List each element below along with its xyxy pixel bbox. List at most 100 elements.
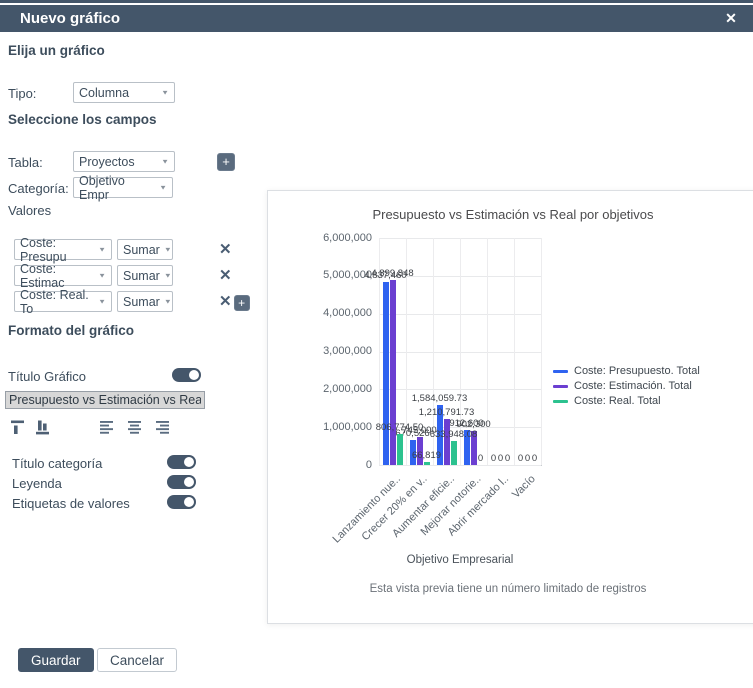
toggle-switch[interactable] bbox=[167, 475, 196, 489]
value-rows: Coste: Presupu▼Sumar▼✕Coste: Estimac▼Sum… bbox=[14, 239, 250, 317]
chart-format-heading: Formato del gráfico bbox=[8, 323, 134, 338]
y-tick-label: 0 bbox=[268, 459, 372, 471]
value-field-select[interactable]: Coste: Presupu▼ bbox=[14, 239, 112, 260]
gridline bbox=[541, 238, 542, 465]
gridline bbox=[487, 238, 488, 465]
chevron-down-icon: ▼ bbox=[164, 272, 172, 279]
format-toggles: Título categoríaLeyendaEtiquetas de valo… bbox=[12, 455, 196, 515]
bar-value-label: 633,948.08 bbox=[430, 429, 478, 440]
y-tick-label: 3,000,000 bbox=[268, 345, 372, 357]
y-tick-label: 5,000,000 bbox=[268, 269, 372, 281]
chart-title: Presupuesto vs Estimación vs Real por ob… bbox=[268, 207, 753, 222]
bar bbox=[444, 419, 450, 465]
chevron-down-icon: ▼ bbox=[98, 298, 106, 305]
bar-value-label: 806,774.50 bbox=[376, 422, 424, 433]
x-axis-title: Objetivo Empresarial bbox=[379, 554, 541, 566]
legend-color-dash bbox=[553, 385, 568, 388]
gridline bbox=[379, 465, 541, 466]
category-select-value: Objetivo Empr bbox=[79, 174, 155, 202]
bar-value-label: 0 bbox=[532, 453, 537, 464]
category-label: Categoría: bbox=[8, 181, 69, 196]
align-right-icon[interactable] bbox=[155, 420, 172, 439]
preview-footer-note: Esta vista previa tiene un número limita… bbox=[268, 583, 748, 595]
value-agg-select[interactable]: Sumar ▼ bbox=[117, 239, 173, 260]
value-row: Coste: Estimac▼ Sumar ▼ ✕ bbox=[14, 265, 250, 286]
chevron-down-icon: ▼ bbox=[98, 246, 106, 253]
remove-value-icon[interactable]: ✕ bbox=[219, 292, 232, 311]
bar-value-label: 0 bbox=[478, 453, 483, 464]
page-behind-strip bbox=[0, 0, 753, 3]
legend-item: Coste: Real. Total bbox=[553, 395, 700, 407]
close-icon[interactable]: ✕ bbox=[720, 5, 742, 32]
add-table-button[interactable]: + bbox=[217, 153, 235, 171]
cancel-button[interactable]: Cancelar bbox=[97, 648, 177, 672]
bar-value-label: 0 bbox=[505, 453, 510, 464]
value-field-select-value: Coste: Real. To bbox=[20, 288, 94, 316]
table-label: Tabla: bbox=[8, 155, 43, 170]
bar bbox=[451, 441, 457, 465]
table-select[interactable]: Proyectos ▼ bbox=[73, 151, 175, 172]
type-select[interactable]: Columna ▼ bbox=[73, 82, 175, 103]
bar-value-label: 0 bbox=[518, 453, 523, 464]
legend-color-dash bbox=[553, 370, 568, 373]
toggle-label: Leyenda bbox=[12, 476, 62, 491]
align-left-icon[interactable] bbox=[99, 420, 116, 439]
type-label: Tipo: bbox=[8, 86, 36, 101]
bar bbox=[424, 462, 430, 465]
value-agg-select-value: Sumar bbox=[123, 243, 160, 257]
bar-value-label: 0 bbox=[525, 453, 530, 464]
chart-preview-panel: Presupuesto vs Estimación vs Real por ob… bbox=[267, 190, 753, 624]
chart-title-bottom-icon[interactable] bbox=[35, 419, 53, 440]
bar bbox=[397, 434, 403, 465]
value-agg-select-value: Sumar bbox=[123, 295, 160, 309]
chart-title-toggle[interactable] bbox=[172, 368, 201, 382]
bar-value-label: 0 bbox=[491, 453, 496, 464]
legend-item: Coste: Presupuesto. Total bbox=[553, 365, 700, 377]
add-value-icon[interactable]: + bbox=[234, 295, 250, 311]
remove-value-icon[interactable]: ✕ bbox=[219, 266, 232, 285]
dialog-titlebar: Nuevo gráfico ✕ bbox=[0, 5, 753, 32]
value-field-select-value: Coste: Estimac bbox=[20, 262, 94, 290]
value-agg-select[interactable]: Sumar ▼ bbox=[117, 291, 173, 312]
value-row: Coste: Real. To▼ Sumar ▼ ✕+ bbox=[14, 291, 250, 312]
dialog-title: Nuevo gráfico bbox=[20, 5, 120, 32]
toggle-label: Título categoría bbox=[12, 456, 102, 471]
select-fields-heading: Seleccione los campos bbox=[8, 112, 157, 127]
bar bbox=[390, 280, 396, 465]
chevron-down-icon: ▼ bbox=[98, 272, 106, 279]
bar-value-label: 0 bbox=[498, 453, 503, 464]
chevron-down-icon: ▼ bbox=[164, 246, 172, 253]
chevron-down-icon: ▼ bbox=[161, 89, 169, 96]
value-row: Coste: Presupu▼ Sumar ▼ ✕ bbox=[14, 239, 250, 260]
table-select-value: Proyectos bbox=[79, 155, 135, 169]
choose-chart-heading: Elija un gráfico bbox=[8, 43, 105, 58]
value-agg-select[interactable]: Sumar ▼ bbox=[117, 265, 173, 286]
y-tick-label: 2,000,000 bbox=[268, 383, 372, 395]
category-select[interactable]: Objetivo Empr ▼ bbox=[73, 177, 173, 198]
chevron-down-icon: ▼ bbox=[161, 158, 169, 165]
y-tick-label: 4,000,000 bbox=[268, 307, 372, 319]
bar-value-label: 66,819 bbox=[412, 450, 441, 461]
toggle-switch[interactable] bbox=[167, 455, 196, 469]
gridline bbox=[514, 238, 515, 465]
y-tick-label: 1,000,000 bbox=[268, 421, 372, 433]
chart-title-input[interactable] bbox=[5, 391, 205, 409]
chevron-down-icon: ▼ bbox=[164, 298, 172, 305]
align-center-icon[interactable] bbox=[127, 420, 144, 439]
new-chart-dialog: Nuevo gráfico ✕ Elija un gráfico Tipo: C… bbox=[0, 0, 753, 688]
value-field-select[interactable]: Coste: Estimac▼ bbox=[14, 265, 112, 286]
value-agg-select-value: Sumar bbox=[123, 269, 160, 283]
toggle-switch[interactable] bbox=[167, 495, 196, 509]
values-label: Valores bbox=[8, 203, 51, 218]
y-tick-label: 6,000,000 bbox=[268, 232, 372, 244]
legend-item: Coste: Estimación. Total bbox=[553, 380, 700, 392]
save-button[interactable]: Guardar bbox=[18, 648, 94, 672]
bar-value-label: 1,584,059.73 bbox=[412, 393, 467, 404]
remove-value-icon[interactable]: ✕ bbox=[219, 240, 232, 259]
toggle-row: Título categoría bbox=[12, 455, 196, 475]
legend-color-dash bbox=[553, 400, 568, 403]
chart-title-toggle-label: Título Gráfico bbox=[8, 369, 86, 384]
value-field-select[interactable]: Coste: Real. To▼ bbox=[14, 291, 112, 312]
type-select-value: Columna bbox=[79, 86, 129, 100]
chart-title-top-icon[interactable] bbox=[10, 419, 28, 440]
